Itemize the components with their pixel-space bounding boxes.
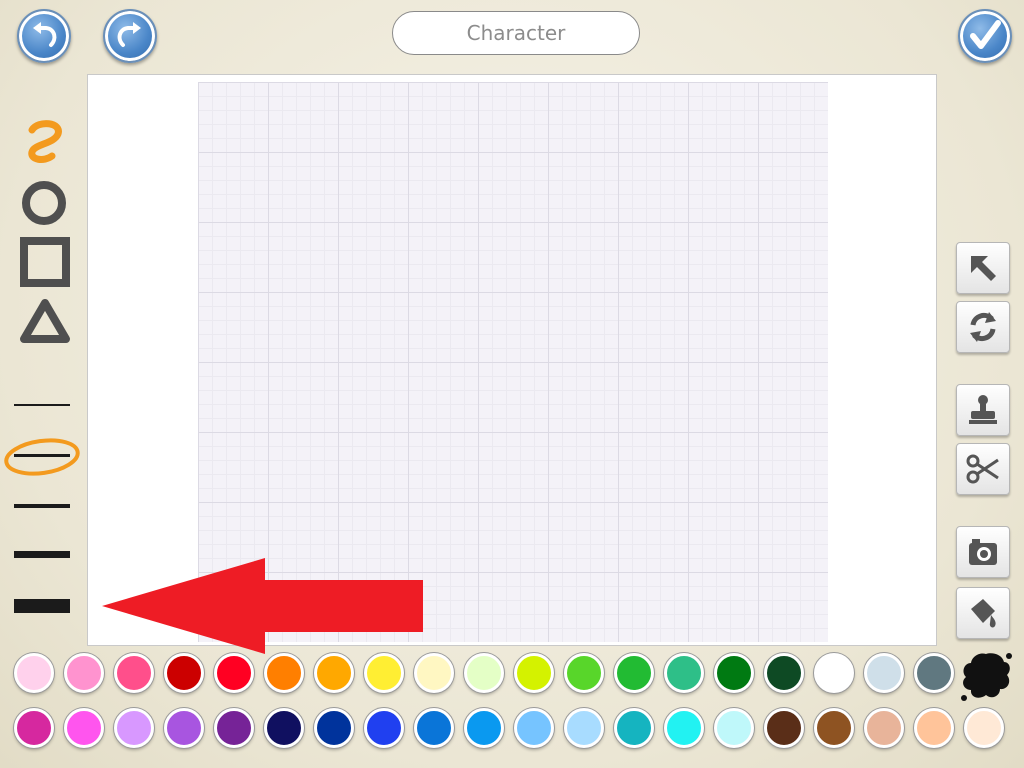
- freehand-tool[interactable]: [18, 116, 72, 170]
- fill-bucket-button[interactable]: [956, 587, 1010, 639]
- line-width-4[interactable]: [14, 551, 70, 558]
- color-swatch[interactable]: [864, 653, 904, 693]
- rotate-tool-button[interactable]: [956, 301, 1010, 353]
- circle-tool[interactable]: [18, 176, 72, 230]
- color-swatch[interactable]: [764, 653, 804, 693]
- color-swatch[interactable]: [414, 653, 454, 693]
- scissors-icon: [966, 454, 999, 484]
- color-swatch[interactable]: [664, 653, 704, 693]
- triangle-icon: [20, 299, 70, 343]
- color-swatch[interactable]: [614, 708, 654, 748]
- circle-icon: [22, 181, 66, 225]
- color-swatch[interactable]: [364, 708, 404, 748]
- color-swatch[interactable]: [64, 708, 104, 748]
- color-swatch[interactable]: [514, 653, 554, 693]
- color-swatch[interactable]: [214, 653, 254, 693]
- color-swatch[interactable]: [64, 653, 104, 693]
- triangle-tool[interactable]: [18, 295, 72, 349]
- color-swatch[interactable]: [714, 653, 754, 693]
- color-swatch[interactable]: [264, 708, 304, 748]
- selected-width-highlight: [4, 438, 80, 476]
- color-swatch[interactable]: [314, 653, 354, 693]
- color-swatch[interactable]: [814, 708, 854, 748]
- freehand-squiggle-icon: [28, 120, 62, 163]
- line-width-3[interactable]: [14, 504, 70, 508]
- rectangle-tool[interactable]: [18, 235, 72, 289]
- rectangle-icon: [20, 237, 70, 287]
- stamp-icon: [969, 395, 997, 424]
- color-swatch[interactable]: [464, 653, 504, 693]
- character-name-field[interactable]: Character: [392, 11, 640, 55]
- color-swatch[interactable]: [464, 708, 504, 748]
- line-width-2[interactable]: [14, 454, 70, 457]
- color-swatch[interactable]: [364, 653, 404, 693]
- color-swatch[interactable]: [764, 708, 804, 748]
- redo-button[interactable]: [103, 9, 157, 63]
- paint-bucket-icon: [971, 599, 996, 628]
- color-swatch[interactable]: [514, 708, 554, 748]
- color-swatch[interactable]: [214, 708, 254, 748]
- rotate-icon: [970, 312, 996, 342]
- color-swatch[interactable]: [614, 653, 654, 693]
- color-swatch[interactable]: [264, 653, 304, 693]
- undo-arrow-icon: [33, 22, 57, 47]
- color-swatch[interactable]: [664, 708, 704, 748]
- color-swatch[interactable]: [914, 708, 954, 748]
- color-swatch[interactable]: [314, 708, 354, 748]
- color-swatch[interactable]: [914, 653, 954, 693]
- title-text: Character: [466, 21, 566, 45]
- select-tool-button[interactable]: [956, 242, 1010, 294]
- color-swatch[interactable]: [814, 653, 854, 693]
- color-swatch[interactable]: [114, 708, 154, 748]
- redo-arrow-icon: [117, 22, 141, 47]
- color-swatch[interactable]: [14, 653, 54, 693]
- checkmark-icon: [970, 20, 1001, 49]
- color-swatch[interactable]: [414, 708, 454, 748]
- select-arrow-icon: [971, 256, 996, 281]
- color-swatch[interactable]: [964, 708, 1004, 748]
- done-button[interactable]: [958, 9, 1012, 63]
- scissors-tool-button[interactable]: [956, 443, 1010, 495]
- color-swatch[interactable]: [14, 708, 54, 748]
- red-arrow-annotation: [102, 558, 423, 654]
- color-swatch[interactable]: [164, 653, 204, 693]
- color-swatch[interactable]: [864, 708, 904, 748]
- stamp-tool-button[interactable]: [956, 384, 1010, 436]
- color-swatch[interactable]: [564, 653, 604, 693]
- color-swatch[interactable]: [114, 653, 154, 693]
- undo-button[interactable]: [17, 9, 71, 63]
- camera-icon: [969, 539, 997, 565]
- color-swatch[interactable]: [564, 708, 604, 748]
- color-swatch[interactable]: [164, 708, 204, 748]
- color-swatch[interactable]: [714, 708, 754, 748]
- line-width-5[interactable]: [14, 599, 70, 613]
- ink-splat-icon[interactable]: [958, 648, 1014, 704]
- line-width-1[interactable]: [14, 404, 70, 406]
- camera-button[interactable]: [956, 526, 1010, 578]
